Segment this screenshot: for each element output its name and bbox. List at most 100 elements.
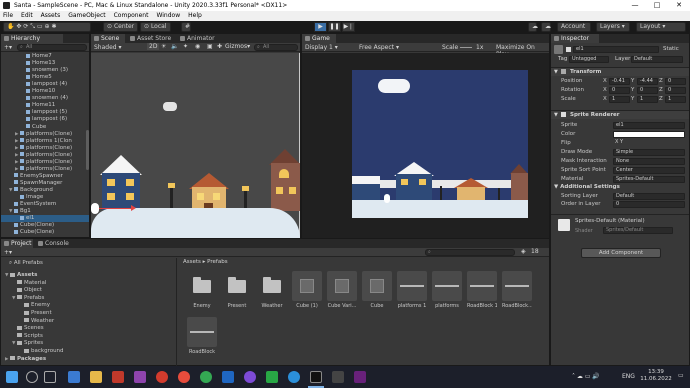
sorting-layer-dropdown[interactable]: Default <box>613 193 685 200</box>
scene-viewport[interactable] <box>91 53 300 238</box>
minimize-button[interactable]: — <box>624 0 646 11</box>
project-tree-item[interactable]: background <box>1 348 64 355</box>
tools-icon[interactable]: ✚ <box>217 43 222 50</box>
game-view[interactable] <box>352 70 528 218</box>
project-tree-item[interactable]: ▶ Packages <box>1 356 46 363</box>
project-tree-item[interactable]: Material <box>1 280 46 287</box>
add-component-button[interactable]: Add Component <box>581 248 661 258</box>
layer-dropdown[interactable]: Default <box>631 56 683 63</box>
tab-asset-store[interactable]: Asset Store <box>127 34 175 43</box>
asset-tile[interactable]: Cube <box>362 271 392 309</box>
sprite-renderer-header[interactable]: ▼ Sprite Renderer <box>551 110 689 119</box>
order-in-layer-field[interactable]: 0 <box>613 201 685 208</box>
hierarchy-search[interactable]: ⌕ All <box>17 44 87 51</box>
space-toggle[interactable]: ⊙ Local <box>140 22 171 32</box>
menu-component[interactable]: Component <box>114 11 149 21</box>
task-view-icon[interactable] <box>44 371 56 383</box>
account-dropdown[interactable]: Account ▾ <box>557 22 591 38</box>
shader-dropdown[interactable]: Sprites/Default <box>603 227 673 234</box>
project-tree-item[interactable]: Scripts <box>1 333 43 340</box>
shading-dropdown[interactable]: Shaded ▾ <box>94 44 122 51</box>
tab-hierarchy[interactable]: Hierarchy <box>1 34 63 43</box>
project-tree-item[interactable]: Enemy <box>1 302 50 309</box>
layout-dropdown[interactable]: Layout ▾ <box>636 22 686 32</box>
transform-x-field[interactable]: 0 <box>609 87 630 94</box>
start-icon[interactable] <box>6 371 18 383</box>
asset-tile[interactable]: Weather <box>257 271 287 309</box>
maximize-button[interactable]: □ <box>646 0 668 11</box>
tray-icons[interactable]: ˄ ☁ ▭ 🔊 <box>572 373 600 380</box>
unity-icon[interactable] <box>310 371 322 383</box>
move-gizmo-x[interactable] <box>99 208 133 209</box>
menu-help[interactable]: Help <box>188 11 202 21</box>
tab-animator[interactable]: Animator <box>177 34 219 43</box>
static-toggle[interactable]: Static <box>663 46 679 52</box>
step-button[interactable]: ▶❘ <box>342 22 355 32</box>
tag-dropdown[interactable]: Untagged <box>569 56 609 63</box>
app-icon[interactable] <box>178 371 190 383</box>
gizmos-dropdown[interactable]: Gizmos▾ <box>225 43 250 50</box>
clock[interactable]: 13:39 11.06.2022 <box>638 369 674 383</box>
additional-settings-foldout[interactable]: ▼ Additional Settings <box>554 184 620 190</box>
search-icon[interactable] <box>26 371 38 383</box>
menu-file[interactable]: File <box>3 11 13 21</box>
asset-tile[interactable]: platforms <box>432 271 462 309</box>
pivot-toggle[interactable]: ⊙ Center <box>103 22 139 32</box>
camera-icon[interactable]: ▣ <box>207 43 213 50</box>
collab-icon[interactable]: ☁ <box>528 22 538 32</box>
audio-icon[interactable]: 🔈 <box>171 43 178 50</box>
sprite-renderer-field[interactable]: Simple <box>613 149 685 156</box>
app-icon[interactable] <box>112 371 124 383</box>
project-tree-item[interactable]: ▼ Prefabs <box>1 295 44 302</box>
create-button[interactable]: +▾ <box>4 44 12 51</box>
telegram-icon[interactable] <box>288 371 300 383</box>
hidden-objects-icon[interactable]: ◉ <box>195 43 200 50</box>
tab-inspector[interactable]: Inspector <box>551 34 599 43</box>
grid-snap-button[interactable]: # <box>181 22 191 32</box>
asset-tile[interactable]: Enemy <box>187 271 217 309</box>
move-gizmo-arrow[interactable] <box>131 205 136 211</box>
effects-icon[interactable]: ✦ <box>183 43 188 50</box>
active-checkbox[interactable] <box>566 47 571 52</box>
notifications-icon[interactable]: ▭ <box>678 372 684 379</box>
hierarchy-item[interactable]: Cube(Clone) <box>1 229 89 236</box>
aspect-dropdown[interactable]: Free Aspect ▾ <box>359 44 399 51</box>
transform-tools[interactable]: ✋ ✥ ⟳ ⤡ ▭ ⊕ ✱ <box>3 22 91 32</box>
app-icon[interactable] <box>332 371 344 383</box>
asset-tile[interactable]: RoadBlock 1 <box>467 271 497 309</box>
transform-z-field[interactable]: 0 <box>665 87 686 94</box>
tab-project[interactable]: Project <box>1 239 33 248</box>
project-search[interactable]: ⌕ <box>425 249 515 256</box>
lighting-icon[interactable]: ☀ <box>161 43 166 50</box>
transform-x-field[interactable]: 1 <box>609 96 630 103</box>
menu-gameobject[interactable]: GameObject <box>68 11 105 21</box>
breadcrumb-prefabs[interactable]: Prefabs <box>207 259 227 265</box>
filter-icon[interactable]: ◈ <box>521 248 526 255</box>
sprite-renderer-field[interactable]: None <box>613 158 685 165</box>
display-dropdown[interactable]: Display 1 ▾ <box>305 44 338 51</box>
opera-icon[interactable] <box>156 371 168 383</box>
visual-studio-icon[interactable] <box>354 371 366 383</box>
create-asset-button[interactable]: +▾ <box>4 249 12 256</box>
app-icon[interactable] <box>222 371 234 383</box>
transform-y-field[interactable]: 1 <box>637 96 658 103</box>
viber-icon[interactable] <box>244 371 256 383</box>
project-tree-item[interactable]: ▼ Assets <box>1 272 37 279</box>
sprite-renderer-field[interactable]: Center <box>613 167 685 174</box>
tab-console[interactable]: Console <box>35 239 71 248</box>
menu-assets[interactable]: Assets <box>41 11 61 21</box>
sprite-renderer-field[interactable] <box>613 131 685 138</box>
project-tree-item[interactable]: Present <box>1 310 52 317</box>
hierarchy-scrollbar[interactable] <box>86 130 89 170</box>
close-button[interactable]: ✕ <box>668 0 690 11</box>
scale-slider[interactable] <box>460 47 472 48</box>
sprite-renderer-field[interactable]: el1 <box>613 122 685 129</box>
app-icon[interactable] <box>134 371 146 383</box>
sprite-renderer-field[interactable]: Sprites-Default <box>613 176 685 183</box>
asset-tile[interactable]: RoadBlock <box>187 317 217 355</box>
project-tree-item[interactable]: Scenes <box>1 325 44 332</box>
asset-tile[interactable]: Present <box>222 271 252 309</box>
transform-y-field[interactable]: 0 <box>637 87 658 94</box>
transform-header[interactable]: ▼ Transform <box>551 67 689 76</box>
chrome-icon[interactable] <box>200 371 212 383</box>
